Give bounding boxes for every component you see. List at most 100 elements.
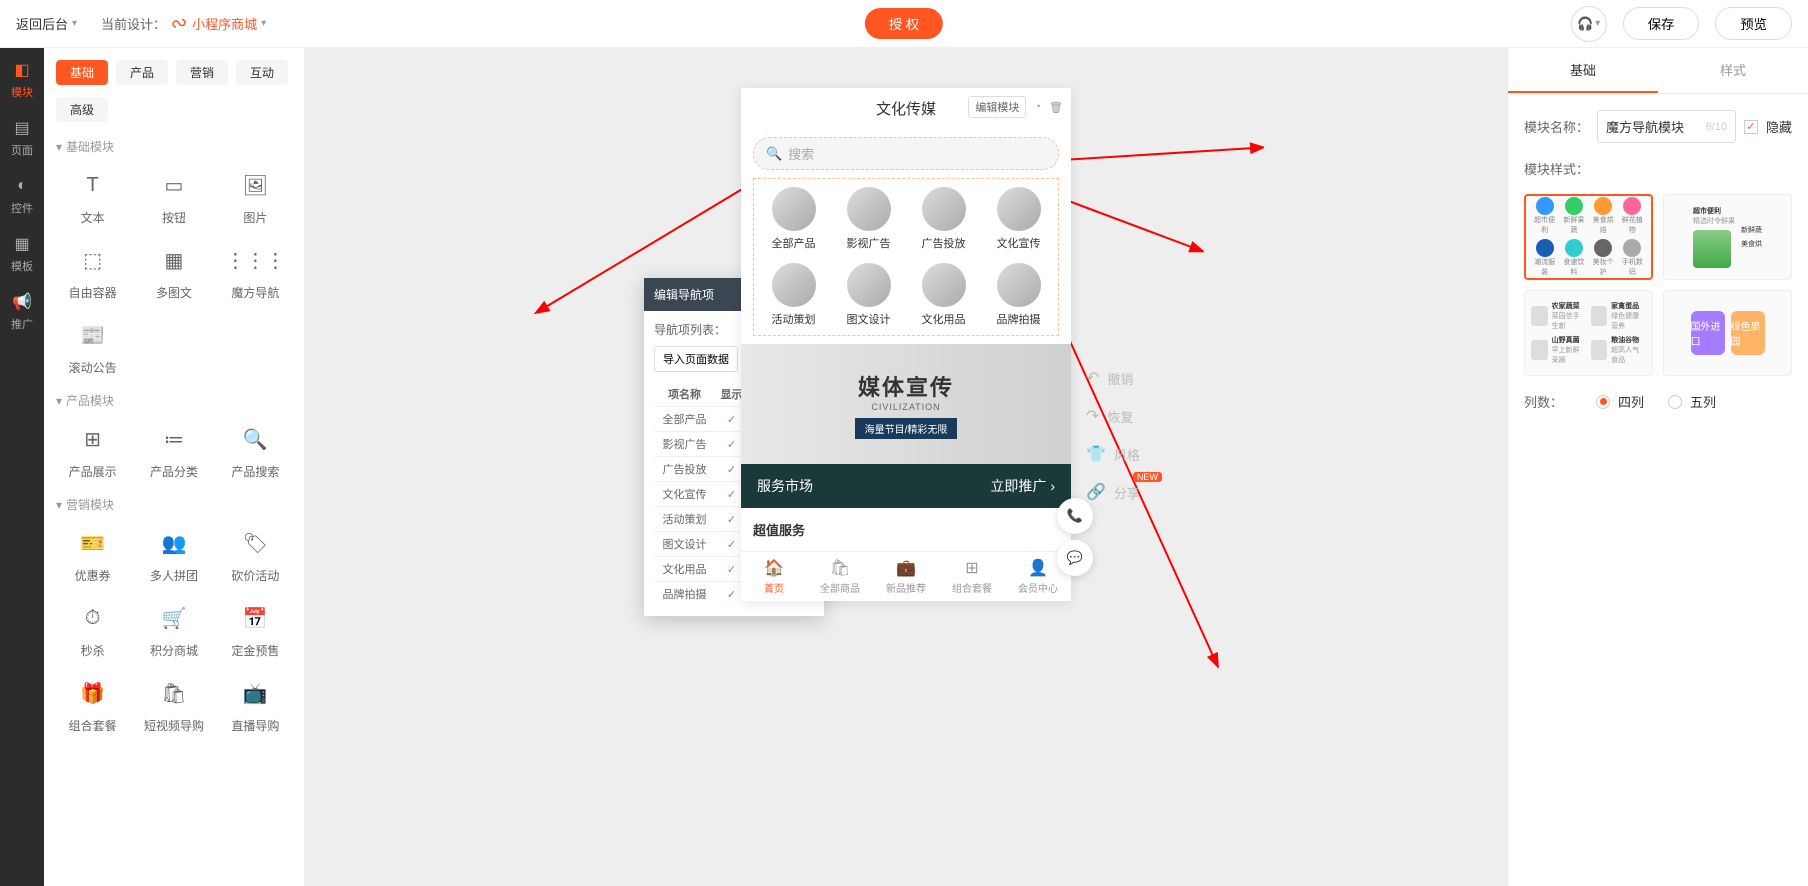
prop-tab-style[interactable]: 样式 xyxy=(1658,48,1808,93)
nav-cell[interactable]: 文化用品 xyxy=(908,263,979,327)
comp-item[interactable]: ⬚自由容器 xyxy=(56,242,129,301)
edit-module-button[interactable]: 编辑模块 xyxy=(968,96,1026,118)
comp-item[interactable]: ≔产品分类 xyxy=(137,421,210,480)
comp-label: 图片 xyxy=(243,209,267,226)
nav-cell-label: 影视广告 xyxy=(847,235,891,251)
rail-promo[interactable]: 📢 推广 xyxy=(11,292,33,332)
comp-tab-advanced[interactable]: 高级 xyxy=(56,97,108,122)
service-market-bar[interactable]: 服务市场 立即推广 › xyxy=(741,464,1071,508)
check-icon[interactable]: ✓ xyxy=(727,514,736,526)
check-icon[interactable]: ✓ xyxy=(727,589,736,601)
nav-cell[interactable]: 全部产品 xyxy=(758,187,829,251)
nav-cell[interactable]: 品牌拍摄 xyxy=(983,263,1054,327)
style-card-2[interactable]: 超市便利 精选时令鲜果 新鲜蔬 美食烘 xyxy=(1663,194,1792,280)
authorize-button[interactable]: 授 权 xyxy=(865,8,943,39)
phone-icon: 📞 xyxy=(1067,508,1083,524)
tabbar-item[interactable]: 💼新品推荐 xyxy=(873,552,939,601)
save-button[interactable]: 保存 xyxy=(1623,7,1700,40)
comp-label: 产品展示 xyxy=(69,463,117,480)
search-input[interactable]: 🔍 搜索 xyxy=(753,137,1059,170)
back-button[interactable]: 返回后台 ▾ xyxy=(16,14,77,33)
service-title: 服务市场 xyxy=(757,476,813,496)
media-banner[interactable]: 媒体宣传 CIVILIZATION 海量节目/精彩无限 xyxy=(741,344,1071,464)
comp-item[interactable]: 👥多人拼团 xyxy=(137,525,210,584)
module-name-input[interactable]: 魔方导航模块 6/10 xyxy=(1597,110,1736,143)
comp-item[interactable]: ▭按钮 xyxy=(137,167,210,226)
tabbar-label: 全部商品 xyxy=(820,580,860,595)
undo-button[interactable]: ↶撤销 xyxy=(1086,368,1140,388)
magic-nav-module[interactable]: 全部产品影视广告 广告投放文化宣传活动策划图文设计文化用品品牌拍摄 xyxy=(753,178,1059,336)
comp-item[interactable]: 🔍产品搜索 xyxy=(219,421,292,480)
comp-item[interactable]: T文本 xyxy=(56,167,129,226)
comp-item[interactable]: ⊞产品展示 xyxy=(56,421,129,480)
tabbar-item[interactable]: 🛍全部商品 xyxy=(807,552,873,601)
comp-item[interactable]: 📰滚动公告 xyxy=(56,317,129,376)
comp-label: 按钮 xyxy=(162,209,186,226)
comp-icon: ▦ xyxy=(156,242,192,278)
check-icon[interactable]: ✓ xyxy=(727,439,736,451)
check-icon[interactable]: ✓ xyxy=(727,539,736,551)
comp-item[interactable]: 🎁组合套餐 xyxy=(56,675,129,734)
tabbar-item[interactable]: ⊞组合套餐 xyxy=(939,552,1005,601)
nav-cell[interactable]: 图文设计 xyxy=(833,263,904,327)
trash-icon[interactable]: 🗑 xyxy=(1049,101,1063,114)
comp-item[interactable]: ⋮⋮⋮魔方导航 xyxy=(219,242,292,301)
tabbar-icon: ⊞ xyxy=(965,558,978,578)
comp-item[interactable]: 📺直播导购 xyxy=(219,675,292,734)
import-page-data-button[interactable]: 导入页面数据 xyxy=(654,346,738,372)
comp-item[interactable]: 🏷砍价活动 xyxy=(219,525,292,584)
banner-subtitle: CIVILIZATION xyxy=(871,402,940,412)
rail-pages[interactable]: ▤ 页面 xyxy=(11,118,33,158)
clock-icon[interactable]: ◔ xyxy=(1034,101,1041,113)
float-wechat-button[interactable]: 💬 xyxy=(1057,540,1093,576)
comp-item[interactable]: 🎫优惠券 xyxy=(56,525,129,584)
hide-checkbox[interactable] xyxy=(1744,120,1758,134)
comp-tab-interact[interactable]: 互动 xyxy=(236,60,288,85)
redo-button[interactable]: ↷恢复 xyxy=(1086,406,1140,426)
support-button[interactable]: 🎧 ▾ xyxy=(1571,6,1607,42)
check-icon[interactable]: ✓ xyxy=(727,489,736,501)
page-title: 文化传媒 xyxy=(876,101,936,118)
comp-item[interactable]: 📅定金预售 xyxy=(219,600,292,659)
rail-modules[interactable]: ◧ 模块 xyxy=(11,60,33,100)
design-name-dropdown[interactable]: 小程序商城 ▾ xyxy=(170,14,266,33)
style-card-4[interactable]: 国外进口 绿色果园 xyxy=(1663,290,1792,376)
tabbar-item[interactable]: 🏠首页 xyxy=(741,552,807,601)
style-card-3[interactable]: 农家蔬菜菜园信手生新家禽蛋品绿色健康营养山野真菌早上新鲜采摘粮油谷物超高人气食品 xyxy=(1524,290,1653,376)
radio-5col-label: 五列 xyxy=(1690,392,1716,411)
comp-tab-marketing[interactable]: 营销 xyxy=(176,60,228,85)
chevron-down-icon: ▾ xyxy=(1595,18,1600,29)
radio-5col[interactable] xyxy=(1668,395,1682,409)
chevron-down-icon: ▾ xyxy=(56,394,62,408)
comp-item[interactable]: 🛍短视频导购 xyxy=(137,675,210,734)
rail-templates[interactable]: ▦ 模板 xyxy=(11,234,33,274)
comp-item[interactable]: 🛒积分商城 xyxy=(137,600,210,659)
check-icon[interactable]: ✓ xyxy=(727,564,736,576)
style-button[interactable]: 👕风格 xyxy=(1086,444,1140,464)
comp-tab-product[interactable]: 产品 xyxy=(116,60,168,85)
nav-cell[interactable]: 活动策划 xyxy=(758,263,829,327)
comp-label: 组合套餐 xyxy=(69,717,117,734)
float-phone-button[interactable]: 📞 xyxy=(1057,498,1093,534)
comp-label: 滚动公告 xyxy=(69,359,117,376)
nav-cell[interactable]: 广告投放 xyxy=(908,187,979,251)
nav-cell-image xyxy=(922,263,966,307)
style-card-1[interactable]: 超市便利新鲜果蔬美食烘焙鲜花植物潮流服装食速饮料美妆个护手机数码 xyxy=(1524,194,1653,280)
banner-tag: 海量节目/精彩无限 xyxy=(855,418,958,439)
prop-tab-basic[interactable]: 基础 xyxy=(1508,48,1658,93)
nav-cell[interactable]: 文化宣传 xyxy=(983,187,1054,251)
comp-item[interactable]: 🖼图片 xyxy=(219,167,292,226)
nav-cell[interactable]: 影视广告 xyxy=(833,187,904,251)
check-icon[interactable]: ✓ xyxy=(727,414,736,426)
radio-4col[interactable] xyxy=(1596,395,1610,409)
rail-controls[interactable]: ◐ 控件 xyxy=(11,176,33,216)
module-name-label: 模块名称： xyxy=(1524,117,1589,136)
preview-button[interactable]: 预览 xyxy=(1715,7,1792,40)
share-button[interactable]: 🔗分享NEW xyxy=(1086,482,1140,502)
comp-tab-basic[interactable]: 基础 xyxy=(56,60,108,85)
nav-cell-image xyxy=(997,263,1041,307)
comp-item[interactable]: ⏱秒杀 xyxy=(56,600,129,659)
check-icon[interactable]: ✓ xyxy=(727,464,736,476)
comp-label: 产品搜索 xyxy=(231,463,279,480)
comp-item[interactable]: ▦多图文 xyxy=(137,242,210,301)
